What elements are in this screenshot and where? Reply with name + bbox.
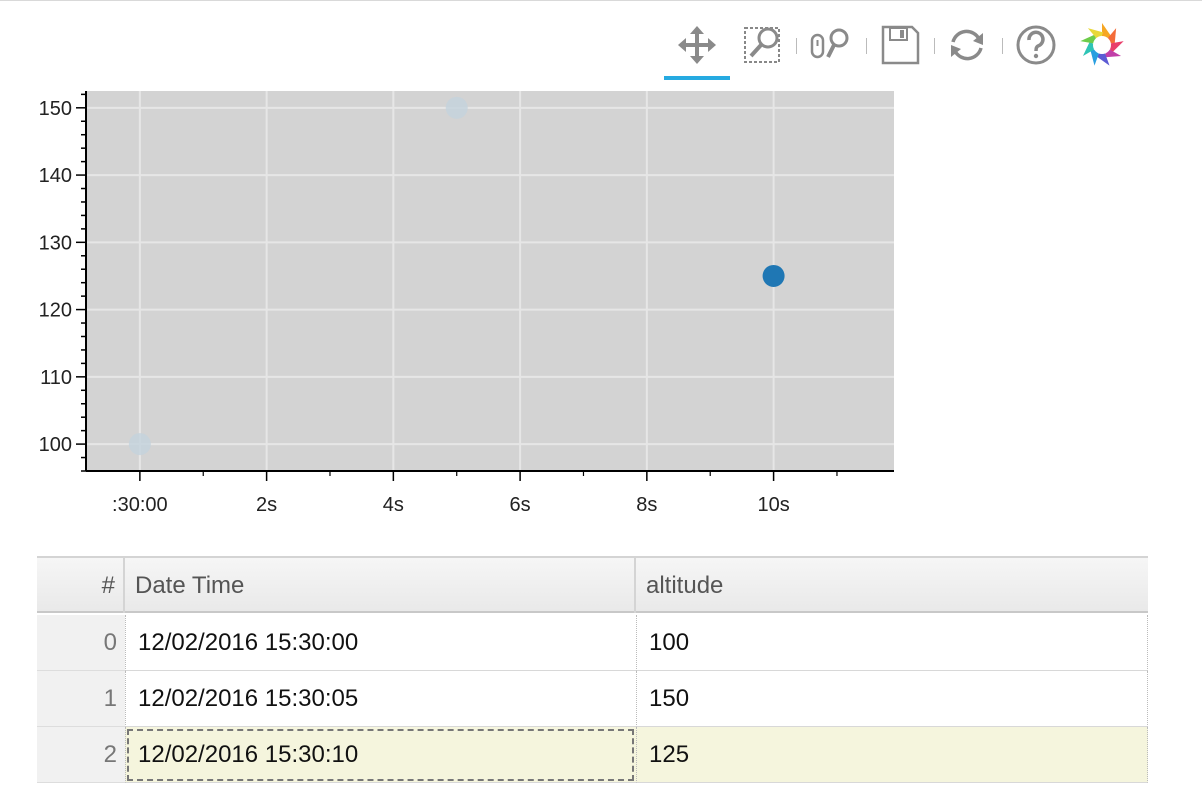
pan-tool-button[interactable] — [664, 22, 730, 80]
data-table[interactable]: # Date Time altitude 0 12/02/2016 15:30:… — [37, 556, 1148, 783]
column-header-altitude[interactable]: altitude — [646, 558, 1146, 611]
row-index-cell[interactable]: 0 — [37, 615, 125, 671]
y-tick-label: 110 — [40, 367, 72, 389]
bokeh-logo-icon — [1080, 23, 1124, 66]
wheel-zoom-icon — [810, 28, 849, 59]
table-row[interactable]: 1 12/02/2016 15:30:05 150 — [37, 671, 1148, 727]
reset-tool-button[interactable] — [944, 22, 990, 68]
save-tool-button[interactable] — [876, 22, 924, 68]
toolbar-separator — [866, 38, 867, 54]
x-tick-label: 2s — [256, 494, 277, 516]
x-tick-label: 4s — [383, 494, 404, 516]
toolbar-separator — [934, 38, 935, 54]
datetime-cell[interactable]: 12/02/2016 15:30:05 — [125, 671, 636, 727]
column-divider[interactable] — [123, 558, 125, 613]
row-index-cell[interactable]: 2 — [37, 727, 125, 783]
column-divider[interactable] — [634, 558, 636, 613]
y-tick-label: 140 — [39, 165, 72, 187]
altitude-cell[interactable]: 150 — [636, 671, 1148, 727]
x-tick-label: 8s — [636, 494, 657, 516]
toolbar-separator — [1002, 38, 1003, 54]
top-border — [0, 0, 1202, 1]
reset-refresh-icon — [951, 29, 983, 61]
box-zoom-icon — [744, 27, 780, 63]
table-header: # Date Time altitude — [37, 556, 1148, 613]
altitude-cell[interactable]: 100 — [636, 615, 1148, 671]
x-tick-label: 10s — [757, 494, 789, 516]
table-row[interactable]: 0 12/02/2016 15:30:00 100 — [37, 615, 1148, 671]
data-point — [445, 96, 468, 119]
toolbar-separator — [796, 38, 797, 54]
save-floppy-icon — [881, 25, 920, 65]
bokeh-logo-link[interactable] — [1078, 22, 1126, 68]
datetime-cell-focused[interactable]: 12/02/2016 15:30:10 — [125, 727, 636, 783]
y-tick-label: 150 — [39, 98, 72, 120]
x-tick-label: 6s — [510, 494, 531, 516]
x-tick-label: :30:00 — [112, 494, 168, 516]
move-arrows-icon — [678, 26, 716, 64]
table-row-selected[interactable]: 2 12/02/2016 15:30:10 125 — [37, 727, 1148, 783]
help-tool-button[interactable] — [1014, 22, 1058, 68]
column-header-index[interactable]: # — [37, 558, 125, 611]
scatter-plot[interactable]: 100 110 120 130 140 150 :30:00 2s 4s 6s 8s 10s — [0, 80, 920, 530]
help-question-icon — [1016, 25, 1056, 65]
altitude-cell[interactable]: 125 — [636, 727, 1148, 783]
datetime-cell[interactable]: 12/02/2016 15:30:00 — [125, 615, 636, 671]
data-point — [128, 433, 151, 456]
column-header-datetime[interactable]: Date Time — [135, 558, 635, 611]
y-tick-label: 120 — [39, 300, 72, 322]
data-point-selected — [762, 264, 785, 287]
row-index-cell[interactable]: 1 — [37, 671, 125, 727]
y-tick-label: 100 — [39, 434, 72, 456]
box-zoom-tool-button[interactable] — [742, 22, 786, 68]
plot-toolbar — [664, 18, 1144, 80]
wheel-zoom-tool-button[interactable] — [808, 22, 854, 68]
y-tick-label: 130 — [39, 232, 72, 254]
